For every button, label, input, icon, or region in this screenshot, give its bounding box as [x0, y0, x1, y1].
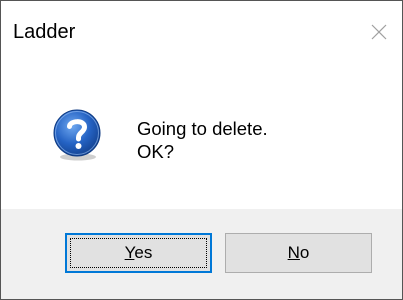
no-access-key: N [287, 243, 300, 262]
close-icon [371, 24, 387, 40]
button-bar: Yes No [1, 209, 402, 299]
no-button[interactable]: No [225, 233, 372, 273]
yes-button-label: Yes [125, 243, 153, 263]
dialog-content: Going to delete. OK? [1, 63, 402, 209]
dialog-message: Going to delete. OK? [137, 117, 268, 163]
message-dialog: Ladder Going to delete. OK? Yes No [0, 0, 403, 300]
yes-button[interactable]: Yes [65, 233, 212, 273]
no-label-rest: o [299, 243, 310, 262]
close-button[interactable] [362, 17, 396, 47]
title-bar: Ladder [1, 1, 402, 63]
no-button-label: No [288, 243, 310, 263]
yes-access-key: Y [124, 243, 135, 262]
window-title: Ladder [13, 21, 76, 43]
yes-label-rest: es [134, 243, 153, 262]
message-line-2: OK? [137, 141, 175, 162]
question-icon [53, 109, 101, 161]
message-line-1: Going to delete. [137, 118, 268, 139]
